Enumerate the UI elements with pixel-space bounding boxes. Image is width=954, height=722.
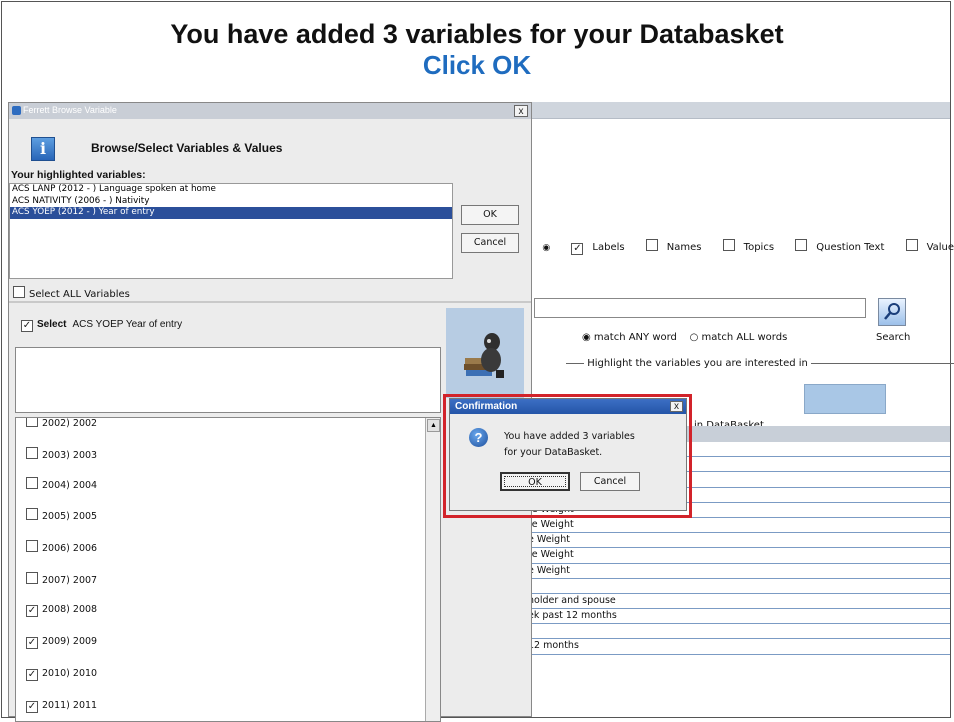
confirmation-message: You have added 3 variables for your Data… — [504, 429, 635, 461]
value-checkbox[interactable]: ✓ — [26, 701, 38, 713]
value-preview-box — [15, 347, 441, 413]
highlight-hint: Highlight the variables you are interest… — [566, 358, 954, 369]
confirmation-message-line1: You have added 3 variables — [504, 431, 635, 442]
list-item[interactable]: 2006) 2006 — [26, 540, 97, 554]
list-item[interactable]: ✓ 2008) 2008 — [26, 604, 97, 617]
list-item[interactable]: ACS NATIVITY (2006 - ) Nativity — [10, 196, 452, 208]
confirmation-message-line2: for your DataBasket. — [504, 447, 603, 458]
value-checkbox[interactable] — [26, 418, 38, 427]
select-label: Select — [37, 319, 67, 330]
option-question-text-checkbox[interactable] — [795, 239, 808, 251]
highlighted-variables-list[interactable]: ACS LANP (2012 - ) Language spoken at ho… — [9, 183, 453, 279]
app-icon — [12, 106, 21, 115]
dialog-heading: Browse/Select Variables & Values — [91, 141, 283, 155]
option-topics-checkbox[interactable] — [722, 239, 735, 251]
value-checkbox[interactable]: ✓ — [26, 605, 38, 617]
table-row[interactable]: te Weight — [520, 518, 950, 534]
confirmation-titlebar: Confirmation x — [450, 399, 686, 414]
search-options: e ◉ ✓Labels Names Topics Question Text V… — [524, 239, 954, 255]
option-names-checkbox[interactable] — [645, 239, 658, 251]
confirmation-title: Confirmation — [455, 401, 518, 412]
confirmation-cancel-button[interactable]: Cancel — [580, 472, 640, 491]
select-variable-name: ACS YOEP Year of entry — [72, 319, 183, 330]
value-checkbox[interactable]: ✓ — [26, 669, 38, 681]
dialog-close-button[interactable]: x — [514, 105, 528, 117]
instruction-header: You have added 3 variables for your Data… — [0, 18, 954, 80]
value-checkbox[interactable] — [26, 508, 38, 520]
divider — [9, 301, 531, 303]
ferrett-mascot-icon — [464, 333, 504, 378]
option-labels-checkbox[interactable]: ✓ — [571, 243, 584, 255]
instruction-title: You have added 3 variables for your Data… — [170, 19, 784, 49]
vertical-scrollbar[interactable]: ▲ — [425, 418, 440, 721]
list-item[interactable]: ✓ 2010) 2010 — [26, 668, 97, 681]
table-row[interactable] — [520, 579, 950, 594]
option-values[interactable]: Values — [905, 239, 954, 253]
table-row[interactable]: holder and spouse — [520, 594, 950, 610]
scroll-up-icon[interactable]: ▲ — [427, 419, 440, 432]
instruction-action: Click OK — [422, 50, 532, 80]
option-values-checkbox[interactable] — [905, 239, 918, 251]
table-row[interactable]: te Weight — [520, 548, 950, 564]
value-checkbox[interactable] — [26, 477, 38, 489]
highlighted-variables-label: Your highlighted variables: — [11, 169, 146, 181]
value-checkbox[interactable] — [26, 540, 38, 552]
table-row[interactable]: 12 months — [520, 639, 950, 655]
search-button[interactable] — [878, 298, 906, 326]
question-icon: ? — [469, 428, 488, 447]
list-item[interactable]: 2003) 2003 — [26, 447, 97, 461]
table-row[interactable] — [520, 624, 950, 640]
select-all-checkbox[interactable] — [13, 286, 25, 298]
list-item[interactable]: 2002) 2002 — [26, 418, 97, 429]
select-variable-row[interactable]: ✓ Select ACS YOEP Year of entry — [21, 319, 182, 332]
search-button-label: Search — [876, 332, 911, 343]
table-row[interactable]: e Weight — [520, 533, 950, 549]
dialog-title: Ferrett Browse Variable — [23, 105, 117, 115]
option-topics[interactable]: Topics — [722, 239, 783, 253]
option-question-text[interactable]: Question Text — [795, 239, 893, 253]
search-input[interactable] — [534, 298, 866, 318]
table-row[interactable]: e Weight — [520, 564, 950, 579]
match-any-radio[interactable]: ◉ match ANY word — [582, 332, 677, 343]
list-item[interactable]: ✓ 2011) 2011 — [26, 700, 97, 713]
select-variable-checkbox[interactable]: ✓ — [21, 320, 33, 332]
info-icon: i — [31, 137, 55, 161]
option-labels[interactable]: ✓ Labels — [571, 242, 633, 255]
ferrett-mascot-panel — [446, 308, 524, 398]
value-checkbox[interactable]: ✓ — [26, 637, 38, 649]
match-all-radio[interactable]: ○ match ALL words — [690, 332, 788, 343]
value-checkbox[interactable] — [26, 447, 38, 459]
confirmation-dialog: Confirmation x ? You have added 3 variab… — [449, 398, 687, 511]
match-options: ◉ match ANY word ○ match ALL words — [582, 332, 787, 343]
list-item[interactable]: 2005) 2005 — [26, 508, 97, 522]
list-item[interactable]: ✓ 2009) 2009 — [26, 636, 97, 649]
select-all-variables[interactable]: Select ALL Variables — [13, 286, 130, 300]
year-values-list[interactable]: 2002) 2002 2003) 2003 2004) 2004 2005) 2… — [15, 417, 441, 722]
magnifier-icon — [884, 303, 900, 320]
dialog-titlebar: Ferrett Browse Variable x — [9, 103, 531, 119]
confirmation-ok-button[interactable]: OK — [500, 472, 570, 491]
confirmation-close-button[interactable]: x — [670, 401, 683, 412]
list-item[interactable]: 2004) 2004 — [26, 477, 97, 491]
option-names[interactable]: Names — [645, 239, 711, 253]
list-item[interactable]: ACS LANP (2012 - ) Language spoken at ho… — [10, 184, 452, 196]
list-item-selected[interactable]: ACS YOEP (2012 - ) Year of entry — [10, 207, 452, 219]
table-row[interactable]: ek past 12 months — [520, 609, 950, 625]
value-checkbox[interactable] — [26, 572, 38, 584]
list-item[interactable]: 2007) 2007 — [26, 572, 97, 586]
dialog-cancel-button[interactable]: Cancel — [461, 233, 519, 253]
dialog-ok-button[interactable]: OK — [461, 205, 519, 225]
background-action-button[interactable] — [804, 384, 886, 414]
background-titlebar — [520, 102, 950, 119]
